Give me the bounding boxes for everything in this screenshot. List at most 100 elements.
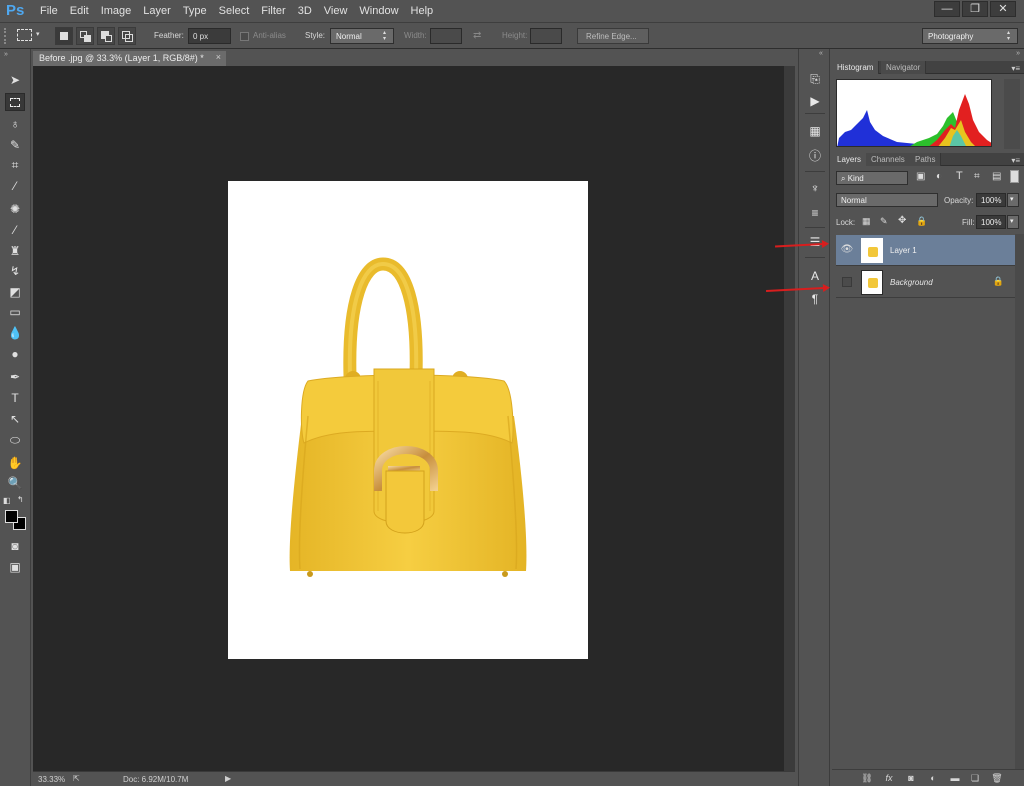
menu-view[interactable]: View bbox=[318, 0, 354, 22]
crop-tool-icon[interactable]: ⌗ bbox=[5, 156, 25, 174]
visibility-toggle[interactable] bbox=[842, 277, 852, 287]
menu-window[interactable]: Window bbox=[353, 0, 404, 22]
dodge-tool-icon[interactable]: ● bbox=[5, 345, 25, 363]
menu-layer[interactable]: Layer bbox=[137, 0, 177, 22]
menu-help[interactable]: Help bbox=[405, 0, 440, 22]
collapse-icon[interactable]: » bbox=[4, 51, 8, 58]
quick-select-tool-icon[interactable]: ✎ bbox=[5, 136, 25, 154]
zoom-level[interactable]: 33.33% bbox=[38, 775, 65, 784]
tab-histogram[interactable]: Histogram bbox=[832, 61, 880, 74]
tab-channels[interactable]: Channels bbox=[866, 153, 911, 166]
lock-transparent-icon[interactable]: ▦ bbox=[862, 216, 871, 227]
document-canvas[interactable] bbox=[228, 181, 588, 659]
collapse-panels-icon[interactable]: » bbox=[1016, 50, 1020, 57]
foreground-color-swatch[interactable] bbox=[5, 510, 18, 523]
brush-presets-icon[interactable]: ♆ bbox=[807, 180, 823, 196]
history-brush-tool-icon[interactable]: ↯ bbox=[5, 262, 25, 280]
eyedropper-tool-icon[interactable]: ⁄ bbox=[5, 177, 25, 195]
eraser-tool-icon[interactable]: ◩ bbox=[5, 283, 25, 301]
play-icon[interactable]: ▶ bbox=[225, 774, 231, 783]
intersect-selection-icon[interactable] bbox=[118, 27, 136, 45]
pen-tool-icon[interactable]: ✒ bbox=[5, 368, 25, 386]
panel-menu-icon[interactable]: ▾≡ bbox=[1011, 64, 1020, 73]
new-layer-icon[interactable]: ❏ bbox=[968, 773, 982, 785]
menu-edit[interactable]: Edit bbox=[64, 0, 95, 22]
color-panel-icon[interactable]: ▦ bbox=[807, 123, 823, 139]
add-selection-icon[interactable] bbox=[76, 27, 94, 45]
vertical-scrollbar[interactable] bbox=[784, 66, 795, 771]
type-tool-icon[interactable]: T bbox=[5, 389, 25, 407]
screen-mode-icon[interactable]: ▣ bbox=[5, 558, 25, 576]
info-panel-icon[interactable]: ⓘ bbox=[807, 148, 823, 164]
lock-position-icon[interactable]: ✥ bbox=[898, 215, 906, 226]
menu-3d[interactable]: 3D bbox=[292, 0, 318, 22]
swap-colors-icon[interactable]: ↰ bbox=[17, 495, 24, 504]
marquee-preset-icon[interactable] bbox=[17, 29, 32, 41]
adjustment-layer-icon[interactable]: ◐ bbox=[926, 773, 940, 785]
refine-edge-button[interactable]: Refine Edge... bbox=[577, 28, 649, 44]
width-input[interactable] bbox=[430, 28, 462, 44]
layer-name[interactable]: Layer 1 bbox=[890, 246, 917, 255]
marquee-tool-icon[interactable] bbox=[5, 93, 25, 111]
quick-mask-icon[interactable]: ◙ bbox=[5, 537, 25, 555]
opacity-dropdown[interactable]: ▾ bbox=[1007, 193, 1019, 207]
layer-row-layer-1[interactable]: 👁 Layer 1 bbox=[836, 235, 1016, 266]
ellipse-tool-icon[interactable]: ⬭ bbox=[5, 431, 25, 449]
filter-type-icon[interactable]: T bbox=[956, 170, 963, 182]
tab-navigator[interactable]: Navigator bbox=[881, 61, 927, 74]
lock-pixels-icon[interactable]: ✎ bbox=[880, 216, 888, 227]
restore-button[interactable]: ❐ bbox=[962, 1, 988, 17]
actions-panel-icon[interactable]: ▶ bbox=[807, 93, 823, 109]
filter-toggle[interactable] bbox=[1010, 170, 1019, 183]
document-tab[interactable]: Before .jpg @ 33.3% (Layer 1, RGB/8#) * … bbox=[33, 51, 226, 66]
style-select[interactable]: Normal bbox=[330, 28, 394, 44]
default-colors-icon[interactable]: ◧ bbox=[3, 496, 11, 505]
layers-menu-icon[interactable]: ▾≡ bbox=[1011, 156, 1020, 165]
filter-adjustment-icon[interactable]: ◐ bbox=[936, 171, 942, 182]
trash-icon[interactable]: 🗑 bbox=[990, 773, 1004, 785]
filter-shape-icon[interactable]: ⌗ bbox=[974, 171, 980, 182]
tab-paths[interactable]: Paths bbox=[910, 153, 942, 166]
menu-select[interactable]: Select bbox=[213, 0, 256, 22]
move-tool-icon[interactable]: ➤ bbox=[5, 71, 25, 89]
fill-input[interactable]: 100% bbox=[976, 215, 1006, 229]
lock-all-icon[interactable]: 🔒 bbox=[916, 216, 927, 227]
minimize-button[interactable]: — bbox=[934, 1, 960, 17]
workspace-select[interactable]: Photography bbox=[922, 28, 1018, 44]
fx-icon[interactable]: fx bbox=[882, 773, 896, 785]
collapse-dock-icon[interactable]: « bbox=[819, 50, 823, 57]
lasso-tool-icon[interactable]: ♁ bbox=[5, 115, 25, 133]
filter-pixel-icon[interactable]: ▣ bbox=[916, 171, 925, 182]
antialias-checkbox[interactable] bbox=[240, 32, 249, 41]
eye-icon[interactable]: 👁 bbox=[840, 244, 854, 256]
new-group-icon[interactable]: ▬ bbox=[948, 773, 962, 785]
menu-image[interactable]: Image bbox=[95, 0, 138, 22]
stamp-tool-icon[interactable]: ♜ bbox=[5, 242, 25, 260]
close-tab-icon[interactable]: × bbox=[216, 52, 221, 62]
healing-tool-icon[interactable]: ✺ bbox=[5, 200, 25, 218]
height-input[interactable] bbox=[530, 28, 562, 44]
feather-input[interactable]: 0 px bbox=[188, 28, 231, 44]
history-panel-icon[interactable]: ⎘ bbox=[807, 71, 823, 87]
tab-layers[interactable]: Layers bbox=[832, 153, 868, 166]
new-selection-icon[interactable] bbox=[55, 27, 73, 45]
layer-row-background[interactable]: Background 🔒 bbox=[836, 267, 1016, 298]
opacity-input[interactable]: 100% bbox=[976, 193, 1006, 207]
menu-file[interactable]: File bbox=[34, 0, 64, 22]
properties-panel-icon[interactable]: ☰ bbox=[807, 234, 823, 250]
subtract-selection-icon[interactable] bbox=[97, 27, 115, 45]
brush-tool-icon[interactable]: ⁄ bbox=[5, 221, 25, 239]
adjustments-panel-icon[interactable]: ≡ bbox=[807, 205, 823, 221]
gradient-tool-icon[interactable]: ▭ bbox=[5, 303, 25, 321]
layer-name[interactable]: Background bbox=[890, 278, 933, 287]
fill-dropdown[interactable]: ▾ bbox=[1007, 215, 1019, 229]
export-icon[interactable]: ⇱ bbox=[73, 774, 80, 783]
menu-filter[interactable]: Filter bbox=[255, 0, 291, 22]
add-mask-icon[interactable]: ◙ bbox=[904, 773, 918, 785]
filter-kind-select[interactable]: ⌕ Kind bbox=[836, 171, 908, 185]
blend-mode-select[interactable]: Normal bbox=[836, 193, 938, 207]
chevron-down-icon[interactable]: ▾ bbox=[36, 30, 40, 38]
swap-icon[interactable]: ⇄ bbox=[473, 30, 481, 41]
zoom-tool-icon[interactable]: 🔍 bbox=[5, 474, 25, 492]
hand-tool-icon[interactable]: ✋ bbox=[5, 454, 25, 472]
